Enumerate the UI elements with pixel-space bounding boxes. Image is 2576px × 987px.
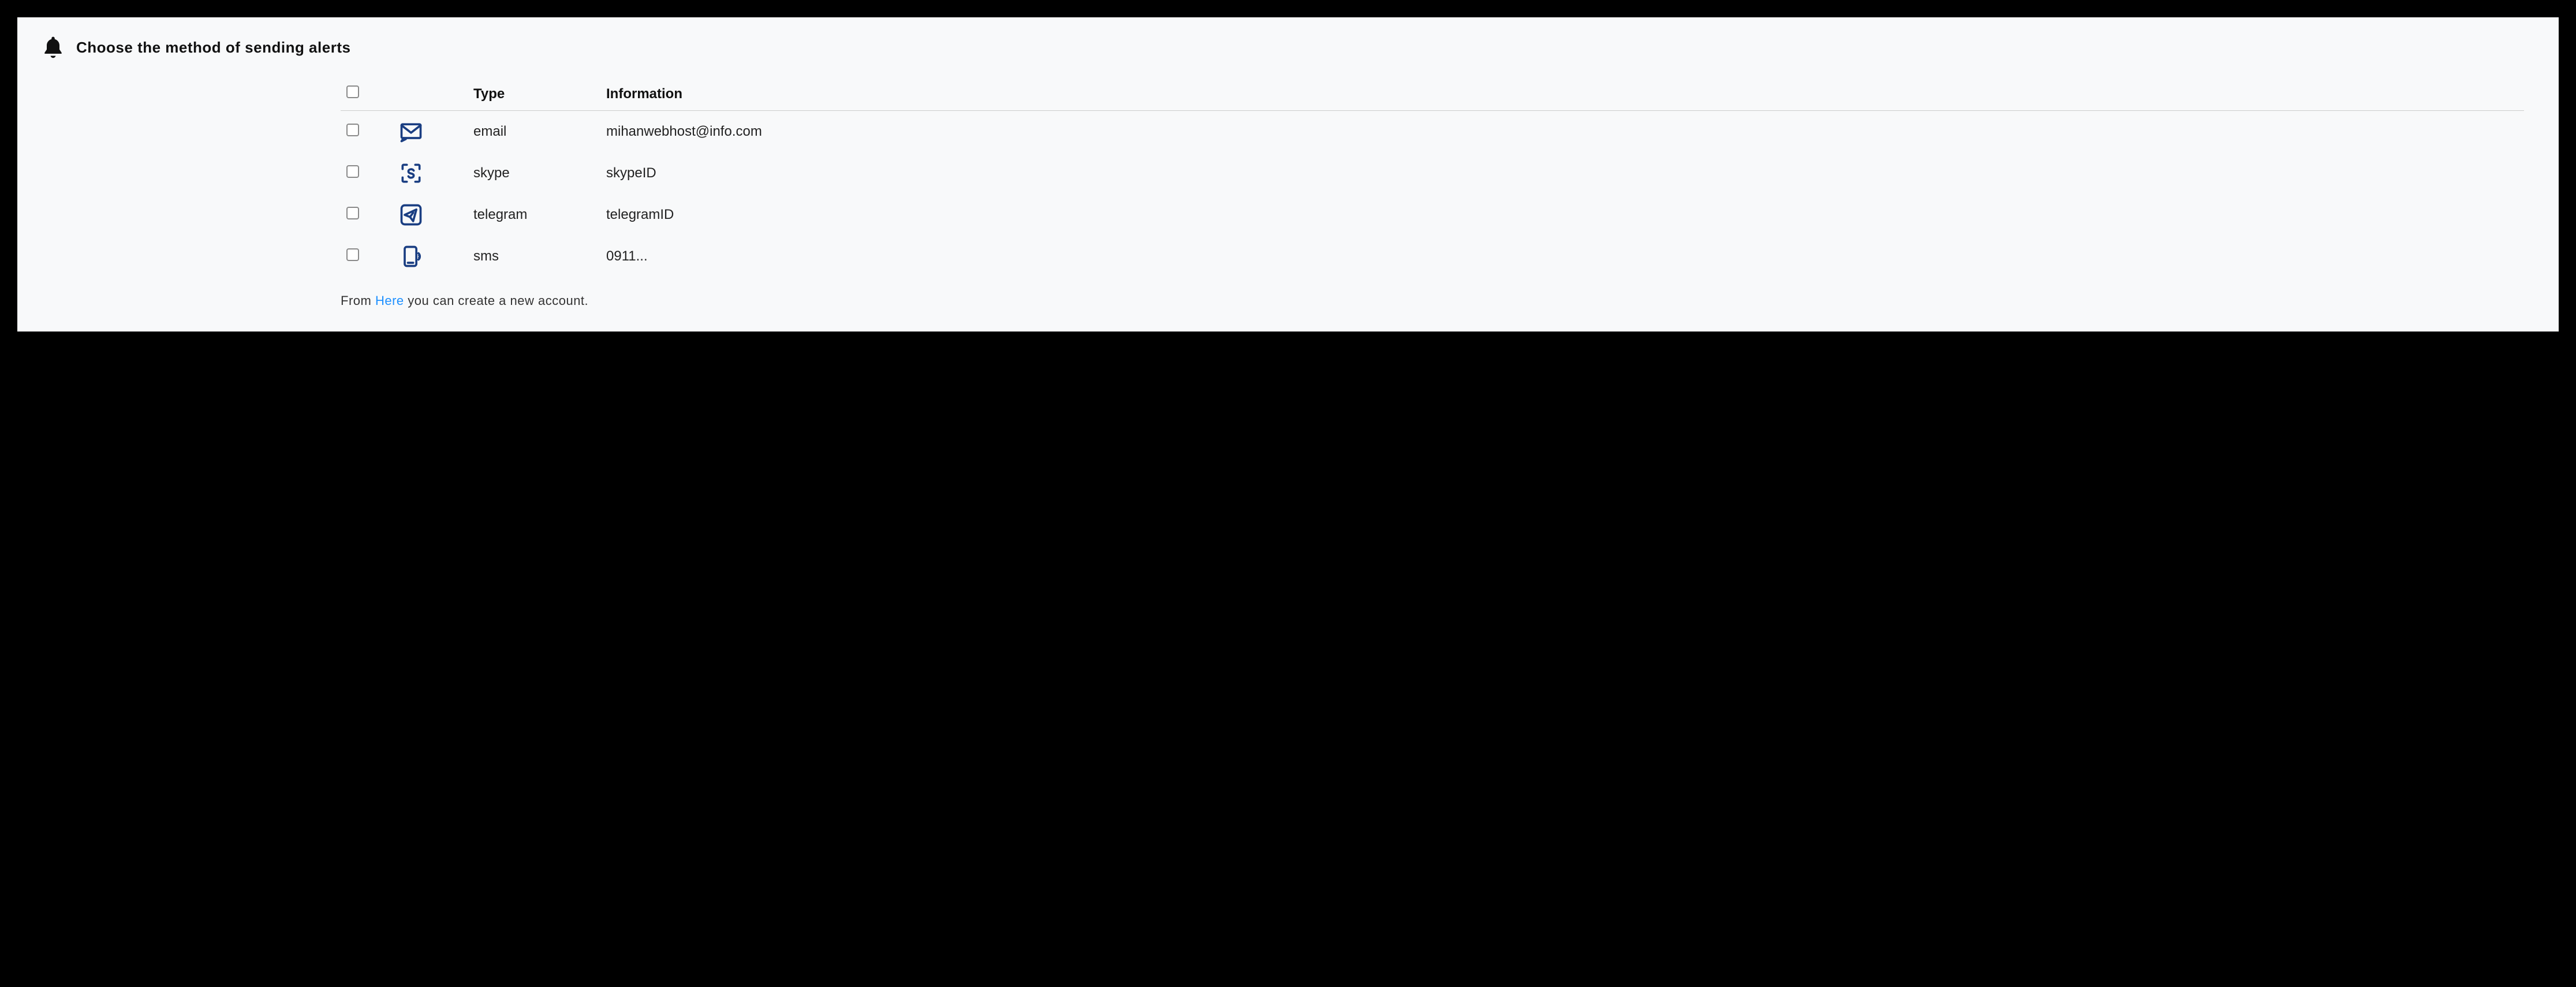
column-header-information: Information: [600, 77, 2524, 111]
row-info: skypeID: [600, 152, 2524, 194]
table-header-row: Type Information: [341, 77, 2524, 111]
row-checkbox-skype[interactable]: [346, 165, 359, 178]
sms-icon: [398, 244, 462, 269]
panel-title: Choose the method of sending alerts: [76, 39, 350, 57]
column-header-type: Type: [468, 77, 600, 111]
footer-text: From Here you can create a new account.: [341, 293, 2524, 308]
footer-suffix: you can create a new account.: [404, 293, 589, 308]
row-checkbox-telegram[interactable]: [346, 207, 359, 219]
alerts-table: Type Information: [341, 77, 2524, 277]
select-all-checkbox[interactable]: [346, 85, 359, 98]
alerts-panel: Choose the method of sending alerts Type…: [17, 17, 2559, 332]
bell-icon: [40, 35, 66, 60]
skype-icon: [398, 161, 462, 186]
row-info: mihanwebhost@info.com: [600, 111, 2524, 153]
row-info: telegramID: [600, 194, 2524, 236]
telegram-icon: [398, 202, 462, 228]
row-type: skype: [468, 152, 600, 194]
row-type: telegram: [468, 194, 600, 236]
row-info: 0911...: [600, 236, 2524, 277]
email-icon: [398, 119, 462, 144]
here-link[interactable]: Here: [375, 293, 404, 308]
row-checkbox-sms[interactable]: [346, 248, 359, 261]
table-row: sms 0911...: [341, 236, 2524, 277]
table-row: email mihanwebhost@info.com: [341, 111, 2524, 153]
table-row: telegram telegramID: [341, 194, 2524, 236]
row-type: email: [468, 111, 600, 153]
panel-header: Choose the method of sending alerts: [40, 35, 2536, 60]
row-type: sms: [468, 236, 600, 277]
table-row: skype skypeID: [341, 152, 2524, 194]
footer-prefix: From: [341, 293, 375, 308]
row-checkbox-email[interactable]: [346, 124, 359, 136]
